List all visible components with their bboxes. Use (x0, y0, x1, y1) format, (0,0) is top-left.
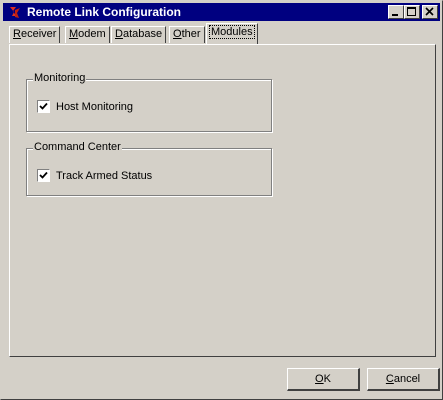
tab-label: Modem (69, 28, 106, 40)
tab-label: Database (115, 28, 163, 40)
host-monitoring-checkbox-row[interactable]: Host Monitoring (37, 100, 133, 113)
group-title: Monitoring (33, 72, 87, 84)
tab-label: Other (173, 28, 201, 40)
tab-label: Modules (209, 25, 255, 39)
track-armed-status-checkbox-row[interactable]: Track Armed Status (37, 169, 152, 182)
checkmark-icon (39, 171, 48, 179)
cancel-button[interactable]: Cancel (367, 368, 440, 391)
group-title: Command Center (33, 141, 122, 153)
minimize-button[interactable] (388, 5, 404, 19)
tab-modules[interactable]: Modules (206, 23, 258, 44)
track-armed-status-checkbox[interactable] (37, 169, 50, 182)
title-bar[interactable]: Remote Link Configuration (3, 3, 440, 21)
monitoring-group: Monitoring Host Monitoring (26, 72, 272, 132)
tab-modem[interactable]: Modem (65, 26, 110, 43)
tab-other[interactable]: Other (169, 26, 205, 43)
checkmark-icon (39, 102, 48, 110)
command-center-group: Command Center Track Armed Status (26, 141, 272, 196)
maximize-icon (407, 7, 416, 16)
tab-receiver[interactable]: Receiver (9, 26, 61, 43)
host-monitoring-checkbox[interactable] (37, 100, 50, 113)
window-title: Remote Link Configuration (27, 5, 181, 19)
close-button[interactable] (422, 5, 438, 19)
checkbox-label: Track Armed Status (56, 169, 153, 182)
tab-label: Receiver (13, 28, 57, 40)
close-icon (425, 7, 434, 16)
ok-button[interactable]: OK (287, 368, 360, 391)
tab-database[interactable]: Database (111, 26, 167, 43)
app-logo-icon (10, 7, 20, 18)
dialog-window: Remote Link Configuration Receiver Modem… (0, 0, 443, 400)
minimize-icon (392, 14, 398, 16)
maximize-button[interactable] (404, 5, 420, 19)
tab-panel-modules: Monitoring Host Monitoring Command Cente… (9, 44, 436, 357)
checkbox-label: Host Monitoring (56, 100, 134, 113)
